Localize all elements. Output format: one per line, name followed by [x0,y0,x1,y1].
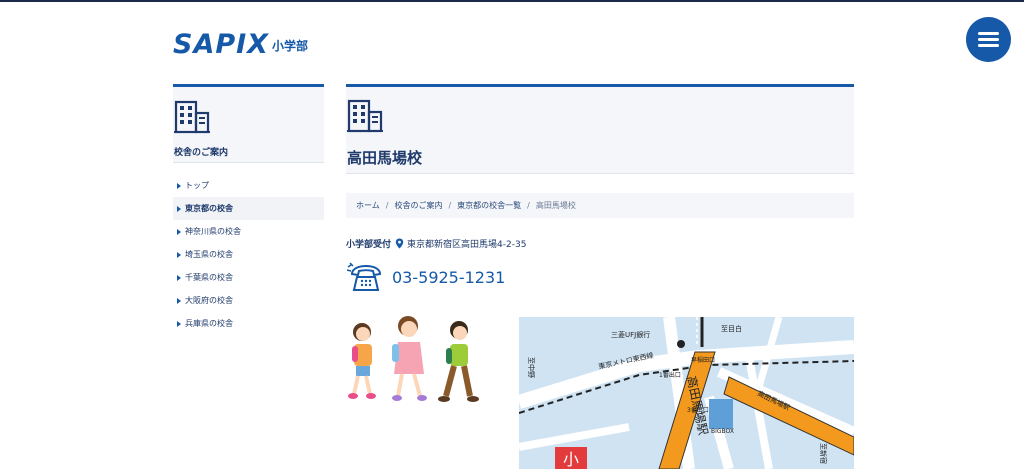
map-label-bigbox: BIGBOX [711,428,734,435]
sidebar: 校舎のご案内 トップ 東京都の校舎 神奈川県の校舎 埼玉県の校舎 千葉県の校舎 … [173,84,324,335]
sapix-logo[interactable]: SAPIX 小学部 [173,31,308,58]
phone-info[interactable]: 03-5925-1231 [346,262,505,292]
access-map[interactable]: 三菱UFJ銀行 至目白 東京メトロ東西線 至中野 1番出口 早稲田口 高田馬場駅… [519,317,854,469]
breadcrumb-tokyo[interactable]: 東京都の校舎一覧 [457,201,521,210]
sidebar-header: 校舎のご案内 [173,87,324,163]
breadcrumb-schools[interactable]: 校舎のご案内 [394,201,442,210]
breadcrumb-separator: / [448,201,452,210]
map-label-shinjuku: 至新宿 [819,443,828,464]
map-label-nakano: 至中野 [527,357,536,378]
hamburger-icon [978,32,999,35]
telephone-icon [346,262,382,291]
map-label-waseda-exit: 早稲田口 [691,356,715,364]
map-label-exit1: 1番出口 [659,371,681,379]
sidebar-item-hyogo[interactable]: 兵庫県の校舎 [173,312,324,335]
top-border [0,0,1024,2]
map-graphic: 三菱UFJ銀行 至目白 東京メトロ東西線 至中野 1番出口 早稲田口 高田馬場駅… [519,317,854,469]
map-label-bank: 三菱UFJ銀行 [611,330,650,339]
breadcrumb-home[interactable]: ホーム [356,201,380,210]
logo-subtitle: 小学部 [272,39,309,53]
page-title: 高田馬場校 [347,149,423,167]
menu-button[interactable] [966,17,1011,62]
breadcrumb-separator: / [385,201,389,210]
walking-children-illustration [348,316,479,402]
sidebar-item-chiba[interactable]: 千葉県の校舎 [173,266,324,289]
reception-label: 小学部受付 [346,240,392,250]
breadcrumb: ホーム / 校舎のご案内 / 東京都の校舎一覧 / 高田馬場校 [346,193,854,218]
sidebar-item-saitama[interactable]: 埼玉県の校舎 [173,243,324,266]
map-school-mark: 小 [563,450,579,469]
main-content: 高田馬場校 ホーム / 校舎のご案内 / 東京都の校舎一覧 / 高田馬場校 小学部受付 東京… [346,84,854,469]
main-header: 高田馬場校 [346,87,854,174]
sidebar-nav: トップ 東京都の校舎 神奈川県の校舎 埼玉県の校舎 千葉県の校舎 大阪府の校舎 … [173,174,324,335]
phone-number[interactable]: 03-5925-1231 [392,268,505,287]
map-pin-icon [395,238,404,249]
map-label-exit3: 3番出口 [687,406,709,414]
map-label-mejiro: 至目白 [721,324,742,333]
building-icon [347,99,383,133]
sidebar-item-kanagawa[interactable]: 神奈川県の校舎 [173,220,324,243]
reception-info: 小学部受付 東京都新宿区高田馬場4-2-35 [346,237,526,250]
sidebar-title: 校舎のご案内 [174,148,229,158]
address: 東京都新宿区高田馬場4-2-35 [407,240,527,250]
sidebar-item-tokyo[interactable]: 東京都の校舎 [173,197,324,220]
building-icon [174,100,210,134]
logo-mark: SAPIX [173,29,269,60]
sidebar-item-top[interactable]: トップ [173,174,324,197]
breadcrumb-current: 高田馬場校 [535,201,576,210]
breadcrumb-separator: / [527,201,530,210]
sidebar-item-osaka[interactable]: 大阪府の校舎 [173,289,324,312]
